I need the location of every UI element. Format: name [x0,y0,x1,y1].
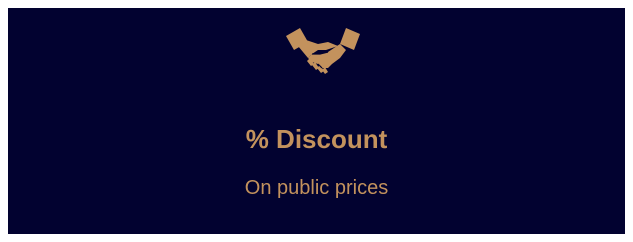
discount-title: % Discount [245,124,388,154]
handshake-icon [282,24,364,78]
discount-subtitle: On public prices [244,177,389,199]
discount-card: % Discount On public prices [8,8,625,234]
